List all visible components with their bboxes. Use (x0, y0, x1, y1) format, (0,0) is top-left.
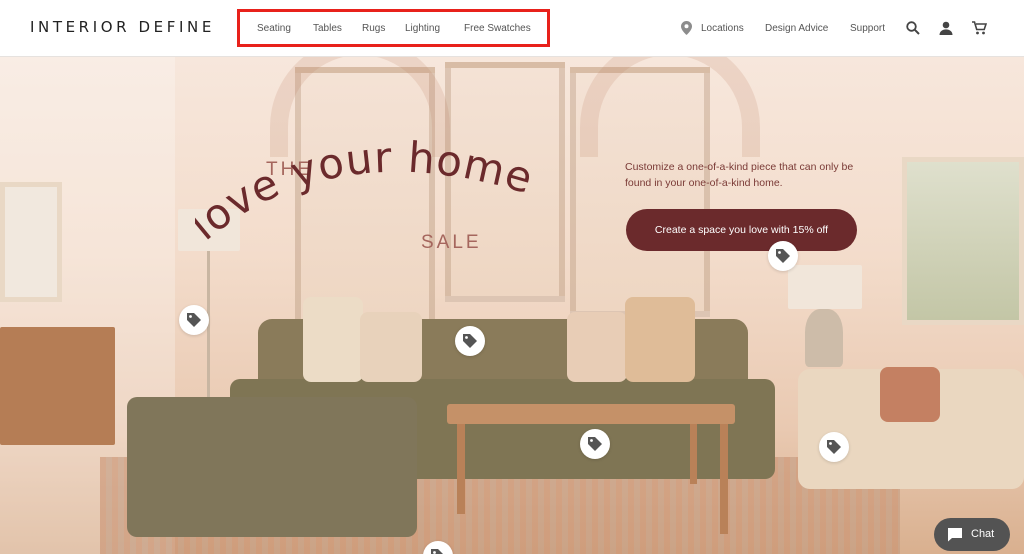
coffee-table-leg (690, 424, 697, 484)
price-tag-icon (463, 334, 477, 348)
hero-headline: love your home (195, 133, 539, 250)
hero-sale-text: SALE (421, 232, 482, 253)
product-tag-hotspot-coffee-table[interactable] (580, 429, 610, 459)
nav-design-advice[interactable]: Design Advice (765, 23, 828, 34)
nav-seating[interactable]: Seating (257, 23, 291, 34)
coffee-table-top (447, 404, 735, 424)
price-tag-icon (187, 313, 201, 327)
cart-icon[interactable] (972, 21, 988, 40)
chat-label: Chat (971, 528, 995, 540)
sofa-chaise (127, 397, 417, 537)
nav-support[interactable]: Support (850, 23, 885, 34)
product-tag-hotspot-armchair[interactable] (819, 432, 849, 462)
site-header: INTERIOR DEFINE Seating Tables Rugs Ligh… (0, 0, 1024, 57)
location-pin-icon[interactable] (681, 21, 692, 40)
arch-right (580, 57, 760, 157)
chat-button[interactable]: Chat (934, 518, 1010, 551)
nav-free-swatches[interactable]: Free Swatches (464, 23, 531, 34)
nav-locations[interactable]: Locations (701, 23, 744, 34)
brand-logo[interactable]: INTERIOR DEFINE (30, 18, 215, 36)
price-tag-icon (431, 549, 443, 554)
price-tag-icon (588, 437, 602, 451)
nav-tables[interactable]: Tables (313, 23, 342, 34)
pillow (303, 297, 363, 382)
wall-art-left (0, 182, 62, 302)
chat-bubble-icon (948, 528, 962, 542)
price-tag-icon (827, 440, 841, 454)
pillow (880, 367, 940, 422)
coffee-table-leg (457, 424, 465, 514)
product-tag-hotspot-lamp[interactable] (179, 305, 209, 335)
hero-tagline: Customize a one-of-a-kind piece that can… (625, 161, 854, 189)
search-icon[interactable] (906, 21, 920, 40)
pillow (625, 297, 695, 382)
nav-lighting[interactable]: Lighting (405, 23, 440, 34)
pillow (360, 312, 422, 382)
pillow (567, 312, 627, 382)
svg-text:love your home: love your home (195, 133, 539, 250)
product-tag-hotspot-table-lamp[interactable] (768, 241, 798, 271)
account-icon[interactable] (939, 21, 953, 40)
coffee-table-leg (720, 424, 728, 534)
price-tag-icon (776, 249, 790, 263)
hero-banner: THE love your home SALE Customize a one-… (0, 57, 1024, 554)
wall-painting (902, 157, 1024, 325)
hero-cta-button[interactable]: Create a space you love with 15% off (626, 209, 857, 251)
table-lamp-base (805, 309, 843, 367)
nav-rugs[interactable]: Rugs (362, 23, 385, 34)
side-cabinet (0, 327, 115, 445)
table-lamp-shade (788, 265, 862, 309)
product-tag-hotspot-sofa[interactable] (455, 326, 485, 356)
